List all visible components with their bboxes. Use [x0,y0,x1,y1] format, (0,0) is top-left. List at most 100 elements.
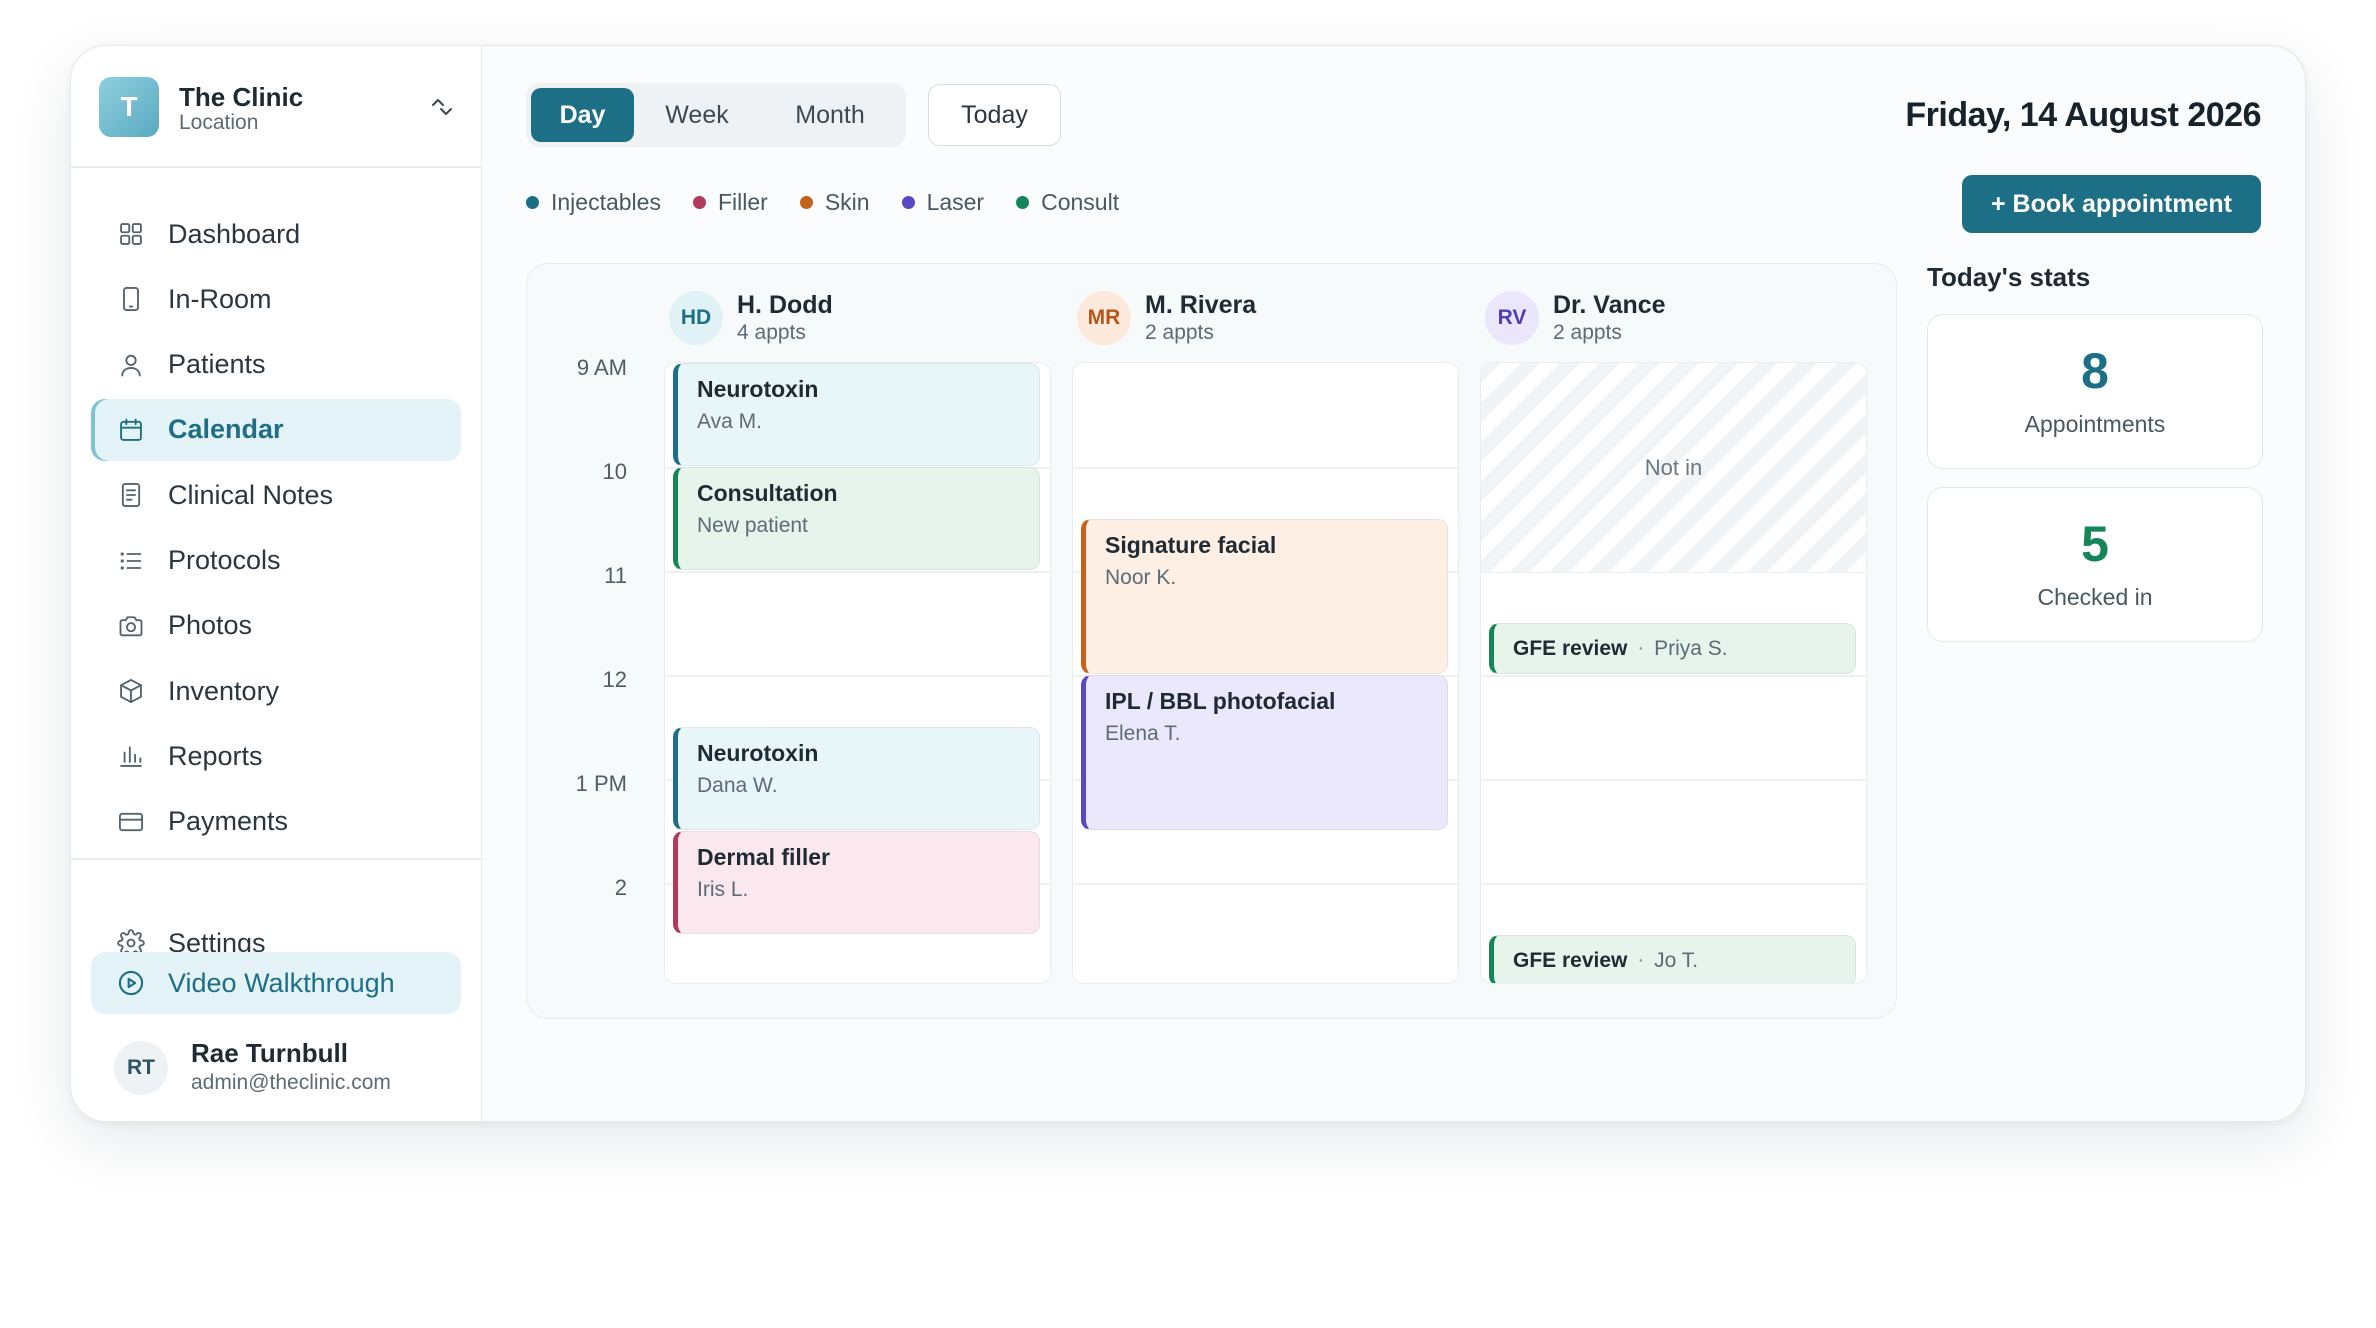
provider-appt-count: 4 appts [737,321,806,344]
provider-header: RV Dr. Vance 2 appts [1485,289,1862,349]
legend-label: Filler [717,189,768,215]
avatar: HD [669,291,723,345]
sidebar: T The Clinic Location Dashboard In-Room Pa… [71,46,482,1121]
appointment-card[interactable]: Consultation New patient [673,467,1040,570]
stat-value: 5 [2081,516,2109,572]
appointment-patient: Iris L. [697,878,749,901]
appointment-patient: Elena T. [1105,722,1181,745]
sidebar-item-dashboard[interactable]: Dashboard [91,203,461,265]
provider-name: H. Dodd [737,291,833,319]
legend-label: Injectables [551,189,661,215]
hour-line [1481,779,1866,781]
appointment-title: Neurotoxin [697,740,819,766]
appointment-card[interactable]: Dermal filler Iris L. [673,831,1040,934]
document-icon [116,480,146,510]
user-name: Rae Turnbull [191,1038,348,1068]
today-button[interactable]: Today [928,84,1061,146]
legend-dot-icon [692,196,706,209]
stat-card-appointments: 8 Appointments [1927,314,2263,469]
separator-dot-icon: · [1637,949,1645,971]
provider-header: MR M. Rivera 2 appts [1077,289,1454,349]
user-email: admin@theclinic.com [191,1071,391,1094]
provider-appt-count: 2 appts [1145,321,1214,344]
clinic-avatar: T [99,77,159,137]
appointment-card[interactable]: GFE review · Jo T. [1489,935,1856,983]
legend-item: Consult [1016,189,1119,216]
calendar-icon [116,415,146,445]
appointment-card[interactable]: Neurotoxin Ava M. [673,363,1040,466]
user-profile[interactable]: RT Rae Turnbull admin@theclinic.com [114,1038,454,1098]
sidebar-divider [71,166,481,168]
stats-title: Today's stats [1927,262,2091,292]
tablet-icon [116,284,146,314]
appointment-card[interactable]: GFE review · Priya S. [1489,623,1856,674]
appointment-card[interactable]: Signature facial Noor K. [1081,519,1448,674]
unavailable-label: Not in [1644,454,1703,480]
appointment-patient: Ava M. [697,410,762,433]
page-title: Friday, 14 August 2026 [1905,96,2261,134]
book-appointment-button[interactable]: + Book appointment [1962,175,2261,233]
provider-column[interactable]: Signature facial Noor K. IPL / BBL photofa… [1072,362,1459,984]
sidebar-item-label: Protocols [168,545,281,575]
hour-line [1073,883,1458,885]
appointment-patient: Jo T. [1654,948,1699,972]
camera-icon [116,611,146,641]
sidebar-item-calendar[interactable]: Calendar [91,398,461,461]
day-calendar: 9 AM 10 11 12 1 PM 2 HD H. Dodd 4 appts Neurotoxi… [526,263,1897,1019]
chevron-up-down-icon[interactable] [425,93,459,121]
legend-label: Consult [1041,189,1120,215]
list-icon [116,546,146,576]
unavailable-block: Not in [1481,363,1866,572]
stat-card-checked-in: 5 Checked in [1927,487,2263,642]
grid-icon [116,219,146,249]
view-month-button[interactable]: Month [760,88,900,142]
view-switcher: Day Week Month [526,83,906,147]
appointment-title: Dermal filler [697,844,830,870]
hour-line [1481,883,1866,885]
sidebar-item-label: Photos [168,610,253,641]
view-day-button[interactable]: Day [531,88,634,142]
appointment-title: GFE review [1513,948,1628,972]
time-label: 1 PM [575,771,627,796]
appointment-card[interactable]: IPL / BBL photofacial Elena T. [1081,675,1448,830]
play-circle-icon [116,968,146,998]
appointment-patient: Dana W. [697,774,778,797]
sidebar-item-video-walkthrough[interactable]: Video Walkthrough [91,952,461,1014]
clinic-switcher[interactable]: T The Clinic Location [99,77,459,137]
sidebar-item-in-room[interactable]: In-Room [91,268,461,330]
hour-line [1073,467,1458,469]
category-legend: Injectables Filler Skin Laser Consult [526,189,1151,216]
avatar: MR [1077,291,1131,345]
sidebar-item-reports[interactable]: Reports [91,725,461,787]
provider-column[interactable]: Not in GFE review · Priya S. GFE review · Jo T… [1480,362,1867,984]
sidebar-divider [71,858,481,860]
sidebar-item-label: Video Walkthrough [168,967,395,998]
stat-label: Appointments [2024,411,2166,437]
appointment-title: Consultation [697,480,838,506]
sidebar-item-inventory[interactable]: Inventory [91,660,461,722]
provider-column[interactable]: Neurotoxin Ava M. Consultation New patient N… [664,362,1051,984]
time-label: 9 AM [576,355,627,380]
sidebar-item-photos[interactable]: Photos [91,595,461,657]
box-icon [116,676,146,706]
sidebar-item-patients[interactable]: Patients [91,334,461,396]
legend-item: Filler [692,189,768,216]
view-week-button[interactable]: Week [634,88,760,142]
sidebar-item-label: Payments [168,806,289,837]
credit-card-icon [116,807,146,837]
provider-name: M. Rivera [1145,291,1257,319]
legend-dot-icon [901,196,915,209]
appointment-title: Neurotoxin [697,376,819,402]
appointment-patient: Noor K. [1105,566,1177,589]
sidebar-item-payments[interactable]: Payments [91,791,461,853]
sidebar-item-protocols[interactable]: Protocols [91,530,461,592]
appointment-card[interactable]: Neurotoxin Dana W. [673,727,1040,830]
legend-label: Skin [824,189,870,215]
user-icon [116,350,146,380]
avatar: RT [114,1041,168,1095]
hour-line [1481,675,1866,677]
app-window: T The Clinic Location Dashboard In-Room Pa… [70,45,2306,1122]
appointment-title: GFE review [1513,636,1628,660]
legend-item: Injectables [526,189,661,216]
sidebar-item-clinical-notes[interactable]: Clinical Notes [91,464,461,526]
